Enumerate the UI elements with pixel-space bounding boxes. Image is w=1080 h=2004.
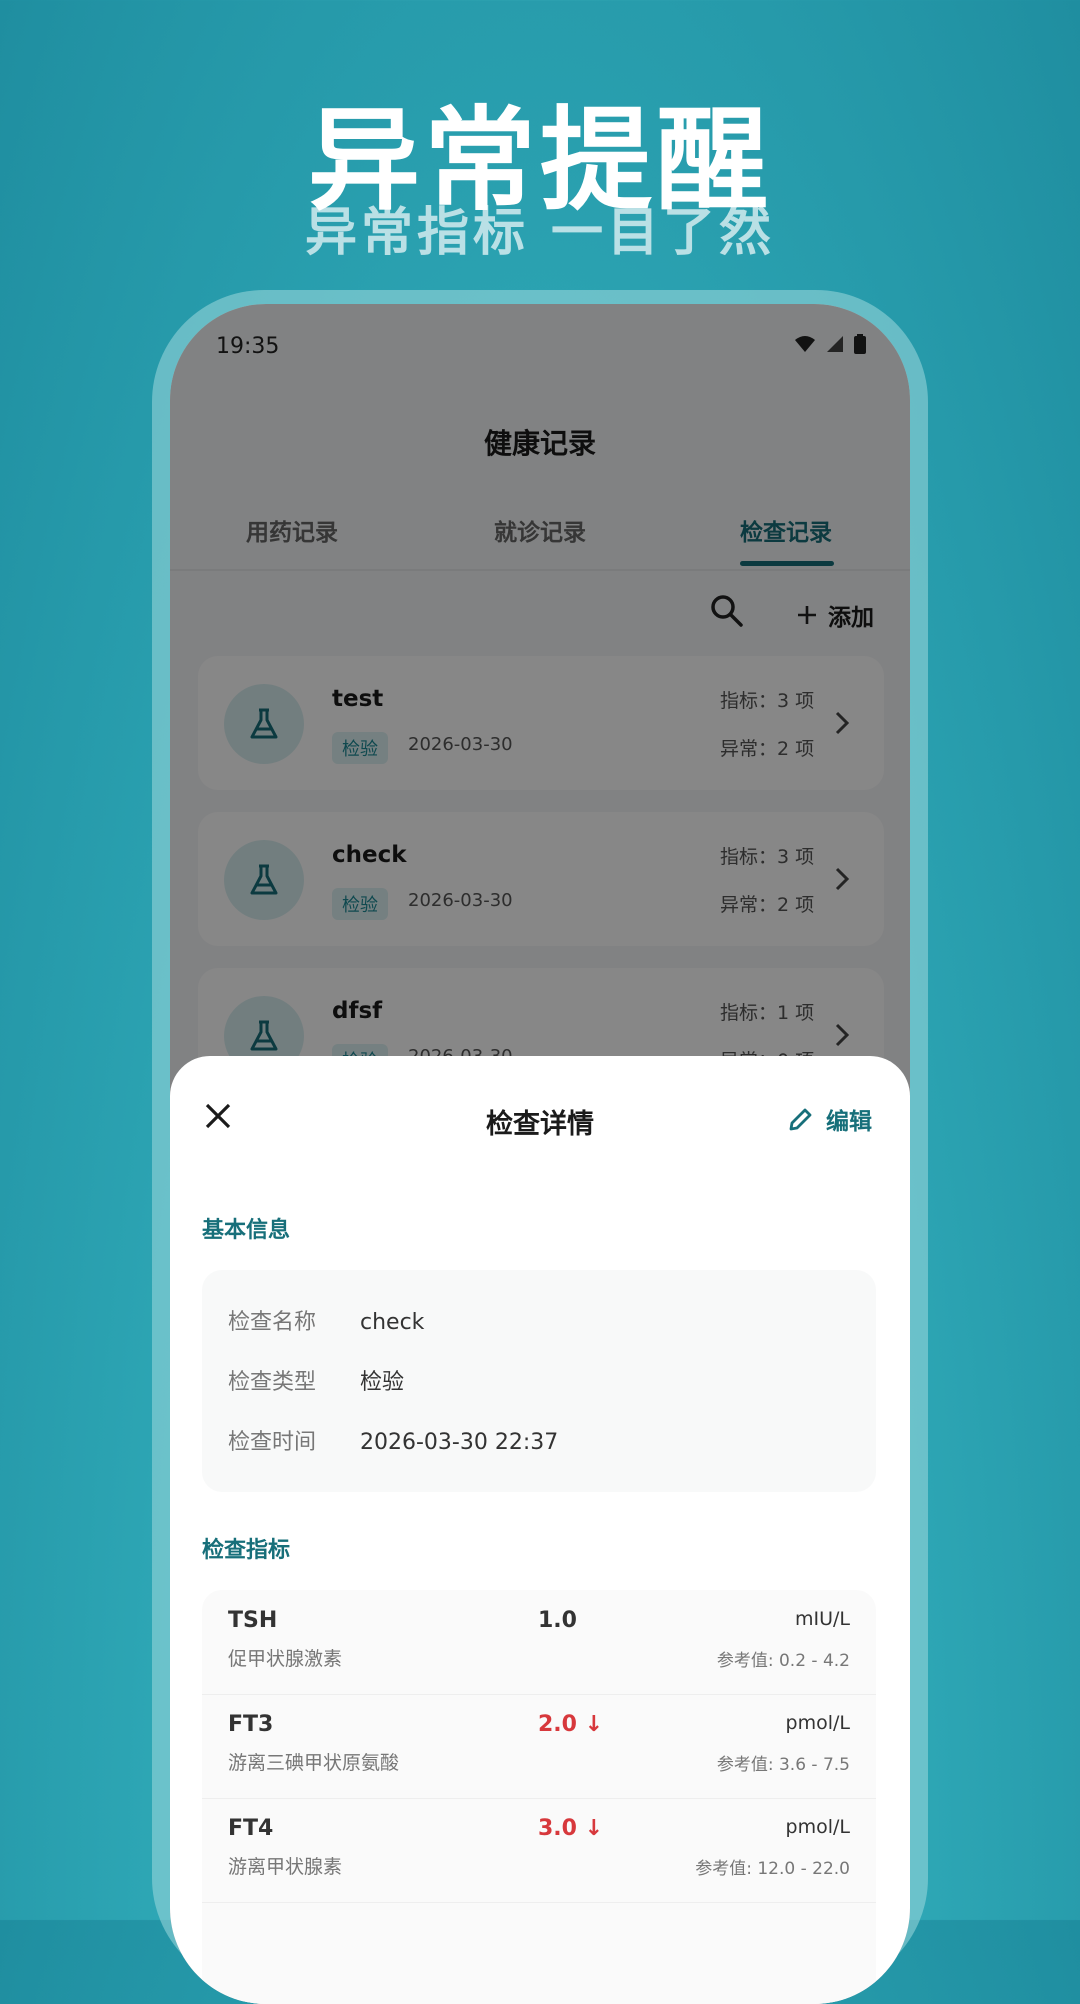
indicator-row: FT3 游离三碘甲状原氨酸 2.0 ↓ pmol/L 参考值: 3.6 - 7.… (202, 1694, 876, 1799)
info-value: check (360, 1310, 425, 1335)
basic-info-card: 检查名称 check 检查类型 检验 检查时间 2026-03-30 22:37 (202, 1270, 876, 1492)
phone-screen: 19:35 健康记录 用药记录 就诊记录 检查记录 添加 test 检验 202… (170, 304, 910, 2004)
indicator-name: 促甲状腺激素 (228, 1648, 343, 1670)
indicator-code: TSH (228, 1608, 278, 1633)
info-label: 检查名称 (228, 1310, 317, 1335)
edit-button[interactable]: 编辑 (788, 1102, 872, 1136)
indicator-unit: mIU/L (794, 1608, 850, 1630)
info-row-name: 检查名称 check (228, 1304, 424, 1336)
indicator-row: TSH 促甲状腺激素 1.0 mIU/L 参考值: 0.2 - 4.2 (202, 1590, 876, 1695)
indicator-reference: 参考值: 3.6 - 7.5 (716, 1755, 850, 1775)
hero-subtitle: 异常指标 一目了然 (304, 203, 776, 263)
info-label: 检查时间 (228, 1430, 317, 1455)
info-value: 检验 (360, 1370, 405, 1395)
exam-detail-sheet: 检查详情 编辑 基本信息 检查名称 check 检查类型 检验 检查时间 2026-0… (170, 1056, 910, 2004)
indicator-value: 3.0 ↓ (538, 1816, 604, 1841)
indicator-name: 游离三碘甲状原氨酸 (228, 1752, 400, 1774)
indicator-unit: pmol/L (785, 1816, 850, 1838)
indicator-reference: 参考值: 0.2 - 4.2 (716, 1651, 850, 1671)
info-value: 2026-03-30 22:37 (360, 1430, 559, 1455)
basic-info-title: 基本信息 (202, 1218, 291, 1243)
edit-label: 编辑 (826, 1109, 872, 1135)
indicator-code: FT4 (228, 1816, 274, 1841)
indicator-name: 游离甲状腺素 (228, 1856, 343, 1878)
indicator-code: FT3 (228, 1712, 274, 1737)
pencil-icon (789, 1108, 812, 1131)
indicator-unit: pmol/L (785, 1712, 850, 1734)
indicator-reference: 参考值: 12.0 - 22.0 (695, 1859, 850, 1879)
indicators-title: 检查指标 (202, 1538, 291, 1563)
indicator-value: 2.0 ↓ (538, 1712, 604, 1737)
indicators-list: TSH 促甲状腺激素 1.0 mIU/L 参考值: 0.2 - 4.2 FT3 … (202, 1590, 876, 2004)
info-label: 检查类型 (228, 1370, 317, 1395)
indicator-value: 1.0 (538, 1608, 577, 1633)
info-row-time: 检查时间 2026-03-30 22:37 (228, 1424, 558, 1456)
info-row-type: 检查类型 检验 (228, 1364, 404, 1396)
indicator-row: FT4 游离甲状腺素 3.0 ↓ pmol/L 参考值: 12.0 - 22.0 (202, 1798, 876, 1903)
